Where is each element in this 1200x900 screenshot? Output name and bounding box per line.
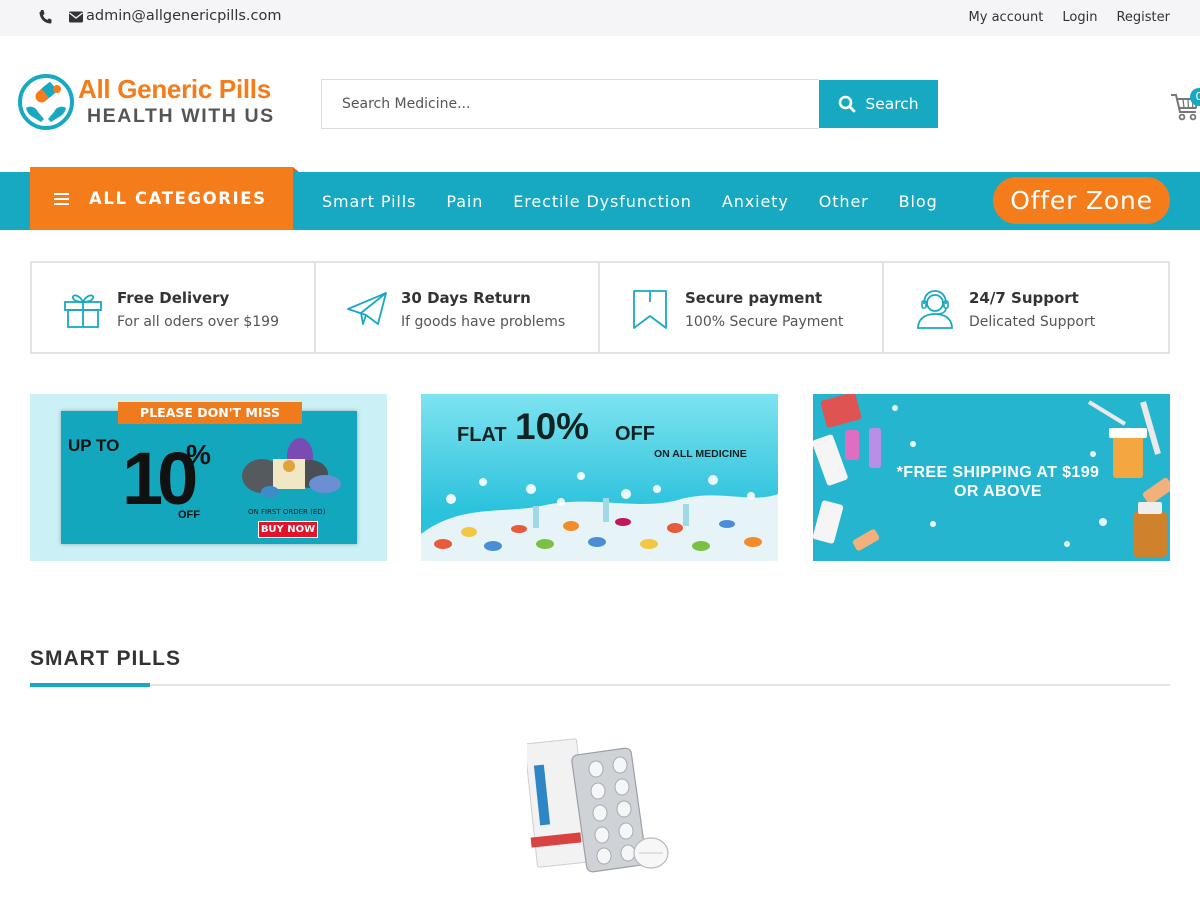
contact-email[interactable]: admin@allgenericpills.com	[86, 8, 282, 24]
headset-icon	[917, 290, 953, 329]
product-image[interactable]	[527, 735, 672, 875]
section-divider	[30, 684, 1170, 686]
feature-title: 24/7 Support	[969, 289, 1079, 307]
section-divider-accent	[30, 683, 150, 687]
medicine-pile-illustration	[421, 472, 778, 561]
all-categories-button[interactable]: ALL CATEGORIES	[30, 167, 293, 230]
feature-secure-payment: Secure payment 100% Secure Payment	[600, 263, 884, 352]
features-strip: Free Delivery For all oders over $199 30…	[30, 261, 1170, 354]
nav-item-anxiety[interactable]: Anxiety	[722, 192, 789, 211]
search-button-label: Search	[865, 95, 919, 113]
feature-support: 24/7 Support Delicated Support	[884, 263, 1168, 352]
bookmark-icon	[633, 290, 667, 329]
section-title-smart-pills: SMART PILLS	[30, 647, 181, 670]
nav-item-pain[interactable]: Pain	[446, 192, 483, 211]
gift-icon	[64, 294, 102, 328]
feature-title: 30 Days Return	[401, 289, 531, 307]
mail-icon	[69, 11, 83, 23]
top-bar: admin@allgenericpills.com My account Log…	[0, 0, 1200, 36]
banner-all-medicine-text: ON ALL MEDICINE	[654, 448, 747, 460]
feature-subtitle: For all oders over $199	[117, 314, 279, 330]
menu-icon	[54, 192, 69, 205]
nav-item-blog[interactable]: Blog	[899, 192, 938, 211]
free-shipping-line-2: OR ABOVE	[954, 483, 1042, 500]
logo-title: All Generic Pills	[78, 74, 271, 104]
promo-banner-first-order[interactable]: PLEASE DON'T MISS UP TO 10 % OFF ON FIRS…	[30, 394, 387, 561]
feature-subtitle: 100% Secure Payment	[685, 314, 844, 330]
free-shipping-text: *FREE SHIPPING AT $199 OR ABOVE	[883, 463, 1113, 501]
search-icon	[839, 95, 856, 113]
promo-banner-flat-off[interactable]: FLAT 10% OFF ON ALL MEDICINE	[421, 394, 778, 561]
nav-item-erectile-dysfunction[interactable]: Erectile Dysfunction	[513, 192, 692, 211]
nav-item-other[interactable]: Other	[819, 192, 869, 211]
nav-links: Smart Pills Pain Erectile Dysfunction An…	[322, 172, 968, 230]
banner-first-order-text: ON FIRST ORDER (ED)	[248, 508, 326, 516]
banner-off-text: OFF	[615, 423, 655, 445]
offer-zone-button[interactable]: Offer Zone	[993, 177, 1170, 224]
feature-title: Free Delivery	[117, 289, 230, 307]
feature-free-delivery: Free Delivery For all oders over $199	[32, 263, 316, 352]
register-link[interactable]: Register	[1116, 10, 1170, 25]
pills-illustration	[242, 438, 341, 498]
free-shipping-line-1: *FREE SHIPPING AT $199	[896, 464, 1100, 481]
nav-item-smart-pills[interactable]: Smart Pills	[322, 192, 416, 211]
promo-banner-free-shipping[interactable]: *FREE SHIPPING AT $199 OR ABOVE	[813, 394, 1170, 561]
account-links: My account Login Register	[950, 10, 1170, 25]
search-bar: Search	[321, 79, 938, 129]
my-account-link[interactable]: My account	[969, 10, 1044, 25]
logo-subtitle: HEALTH WITH US	[87, 105, 275, 127]
logo-icon	[18, 74, 74, 130]
banner-flat-text: FLAT	[457, 424, 507, 446]
feature-returns: 30 Days Return If goods have problems	[316, 263, 600, 352]
banner-discount-number: 10%	[515, 406, 590, 447]
feature-subtitle: Delicated Support	[969, 314, 1096, 330]
category-tab-fold	[293, 167, 299, 172]
buy-now-button[interactable]: BUY NOW	[258, 521, 318, 538]
login-link[interactable]: Login	[1062, 10, 1097, 25]
search-input[interactable]	[321, 79, 819, 129]
all-categories-label: ALL CATEGORIES	[89, 189, 267, 208]
feature-title: Secure payment	[685, 289, 823, 307]
site-logo[interactable]: All Generic Pills HEALTH WITH US	[16, 72, 286, 134]
feature-subtitle: If goods have problems	[401, 314, 566, 330]
phone-icon	[39, 10, 52, 24]
search-button[interactable]: Search	[819, 80, 938, 128]
paper-plane-icon	[347, 292, 387, 325]
